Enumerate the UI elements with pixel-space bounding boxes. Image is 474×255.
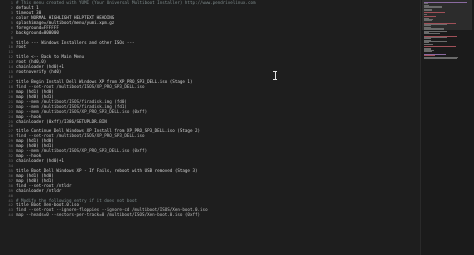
minimap-line xyxy=(424,51,433,53)
code-text: chainloader (hd0)+1 xyxy=(16,158,64,163)
minimap-line xyxy=(424,9,432,11)
code-text: root xyxy=(16,44,27,50)
code-text: rootnoverify (hd0) xyxy=(16,69,62,75)
minimap-line xyxy=(424,43,433,45)
line-number: 44 xyxy=(8,212,13,218)
code-text: title --- Windows Installers and other I… xyxy=(16,39,135,45)
minimap-line xyxy=(424,12,446,14)
minimap-line xyxy=(424,13,427,15)
minimap-line xyxy=(424,33,441,35)
code-text: chainloader (0xff)/I386/SETUPLDR.BIN xyxy=(16,118,107,124)
minimap-line xyxy=(424,57,457,59)
code-line[interactable]: 44 map --heads=0 --sectors-per-track=0 /m… xyxy=(8,212,416,218)
text-cursor-icon xyxy=(273,71,277,80)
minimap-line xyxy=(424,2,467,3)
minimap-line xyxy=(424,20,433,22)
code-text: chainloader /ntldr xyxy=(16,187,62,193)
code-text: # This menu created with YUMI (Your Univ… xyxy=(16,0,256,5)
code-text: background=000000 xyxy=(16,29,59,35)
code-area[interactable]: 1 # This menu created with YUMI (Your Uni… xyxy=(8,0,416,218)
code-text: map --heads=0 --sectors-per-track=0 /mul… xyxy=(16,212,201,218)
code-editor[interactable]: 1 # This menu created with YUMI (Your Uni… xyxy=(0,0,416,255)
minimap[interactable] xyxy=(420,0,474,255)
